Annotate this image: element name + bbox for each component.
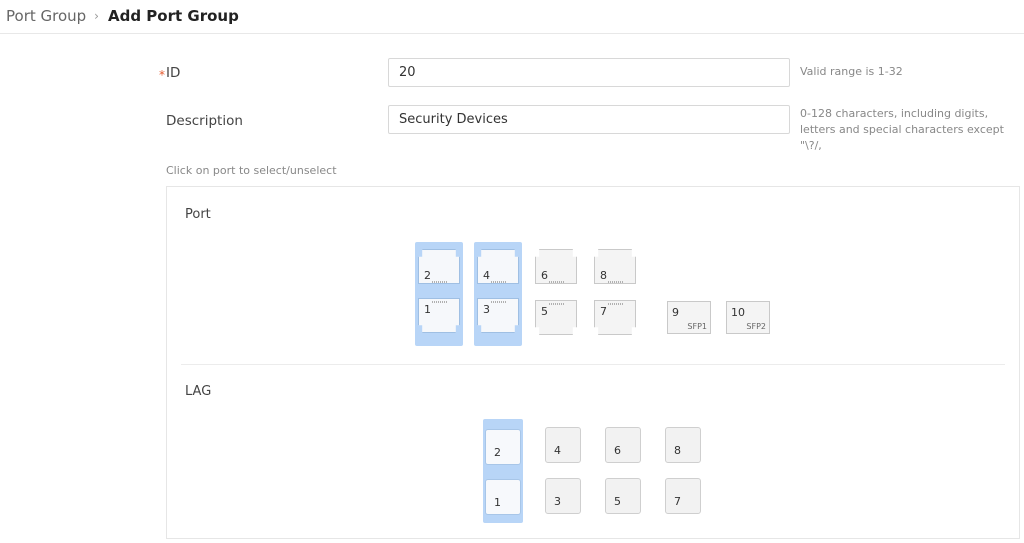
- description-hint: 0-128 characters, including digits, lett…: [800, 107, 1004, 152]
- page-title: Add Port Group: [107, 7, 239, 25]
- port-pins: [549, 281, 565, 283]
- description-label: Description: [166, 113, 243, 129]
- breadcrumb-port-group-link[interactable]: Port Group: [6, 7, 86, 25]
- port-3[interactable]: 3: [477, 298, 519, 333]
- sfp-port-sublabel: SFP1: [687, 322, 707, 331]
- port-5[interactable]: 5: [535, 300, 577, 335]
- sfp-port-9[interactable]: 9 SFP1: [667, 301, 711, 334]
- port-label: 7: [600, 305, 607, 318]
- port-label: 2: [424, 269, 431, 282]
- sfp-port-10[interactable]: 10 SFP2: [726, 301, 770, 334]
- lag-label: 7: [674, 495, 681, 508]
- breadcrumb: Port Group › Add Port Group: [6, 0, 1024, 32]
- sfp-port-label: 10: [731, 306, 745, 319]
- port-7[interactable]: 7: [594, 300, 636, 335]
- id-label: ID: [166, 65, 181, 81]
- port-label: 4: [483, 269, 490, 282]
- port-pins: [432, 281, 448, 283]
- header-divider: [0, 33, 1024, 34]
- sfp-port-sublabel: SFP2: [746, 322, 766, 331]
- lag-1[interactable]: 1: [485, 479, 521, 515]
- chevron-right-icon: ›: [94, 9, 99, 23]
- port-pins: [549, 303, 565, 305]
- lag-label: 3: [554, 495, 561, 508]
- port-pins: [491, 281, 507, 283]
- id-hint: Valid range is 1-32: [800, 65, 903, 78]
- lag-label: 2: [494, 446, 501, 459]
- lag-label: 4: [554, 444, 561, 457]
- required-marker: *: [159, 68, 165, 82]
- port-pins: [608, 303, 624, 305]
- port-selection-panel: Port 2 1 4 3 6 5 8 7 9 SFP1 10 SFP2 LAG …: [166, 186, 1020, 539]
- port-label: 3: [483, 303, 490, 316]
- lag-6[interactable]: 6: [605, 427, 641, 463]
- id-input[interactable]: [388, 58, 790, 87]
- port-label: 5: [541, 305, 548, 318]
- sfp-port-label: 9: [672, 306, 679, 319]
- port-2[interactable]: 2: [418, 249, 460, 284]
- lag-4[interactable]: 4: [545, 427, 581, 463]
- port-label: 6: [541, 269, 548, 282]
- selection-instruction: Click on port to select/unselect: [166, 164, 337, 177]
- section-divider: [181, 364, 1005, 365]
- port-label: 1: [424, 303, 431, 316]
- lag-8[interactable]: 8: [665, 427, 701, 463]
- lag-7[interactable]: 7: [665, 478, 701, 514]
- port-4[interactable]: 4: [477, 249, 519, 284]
- port-1[interactable]: 1: [418, 298, 460, 333]
- lag-section-title: LAG: [185, 384, 212, 399]
- port-pins: [608, 281, 624, 283]
- lag-label: 8: [674, 444, 681, 457]
- lag-2[interactable]: 2: [485, 429, 521, 465]
- port-8[interactable]: 8: [594, 249, 636, 284]
- port-6[interactable]: 6: [535, 249, 577, 284]
- port-pins: [491, 301, 507, 303]
- lag-3[interactable]: 3: [545, 478, 581, 514]
- description-input[interactable]: [388, 105, 790, 134]
- port-pins: [432, 301, 448, 303]
- lag-label: 5: [614, 495, 621, 508]
- lag-label: 1: [494, 496, 501, 509]
- port-label: 8: [600, 269, 607, 282]
- lag-label: 6: [614, 444, 621, 457]
- lag-5[interactable]: 5: [605, 478, 641, 514]
- port-section-title: Port: [185, 207, 211, 222]
